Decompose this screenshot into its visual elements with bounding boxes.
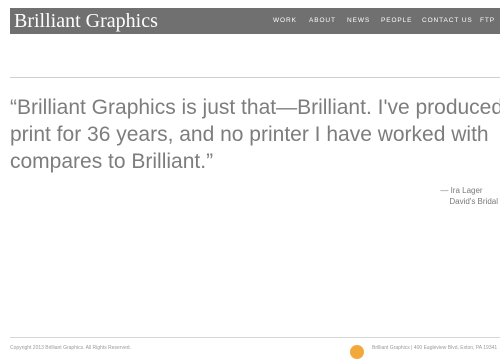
footer-divider: [10, 337, 500, 338]
nav-contact-us[interactable]: CONTACT US: [422, 8, 473, 34]
header-divider: [10, 77, 500, 78]
nav-people[interactable]: PEOPLE: [381, 8, 412, 34]
site-header: Brilliant Graphics WORK ABOUT NEWS PEOPL…: [10, 8, 500, 34]
quote-line: compares to Brilliant.”: [10, 150, 214, 173]
testimonial-company: David's Bridal: [449, 197, 498, 206]
site-logo[interactable]: Brilliant Graphics: [14, 9, 158, 33]
footer-copyright: Copyright 2013 Brilliant Graphics. All R…: [10, 345, 131, 351]
nav-ftp[interactable]: FTP: [480, 8, 495, 34]
nav-about[interactable]: ABOUT: [309, 8, 336, 34]
testimonial-quote: “Brilliant Graphics is just that—Brillia…: [10, 94, 500, 175]
quote-line: “Brilliant Graphics is just that—Brillia…: [10, 96, 500, 119]
footer-address: Brilliant Graphics | 400 Eagleview Blvd,…: [372, 345, 498, 351]
testimonial-author: — Ira Lager: [440, 186, 483, 195]
nav-work[interactable]: WORK: [273, 8, 297, 34]
quote-line: print for 36 years, and no printer I hav…: [10, 123, 489, 146]
nav-news[interactable]: NEWS: [347, 8, 370, 34]
brilliant-graphics-circle-logo-icon[interactable]: [350, 345, 364, 359]
testimonial-attribution: — Ira Lager David's Bridal: [440, 185, 498, 207]
